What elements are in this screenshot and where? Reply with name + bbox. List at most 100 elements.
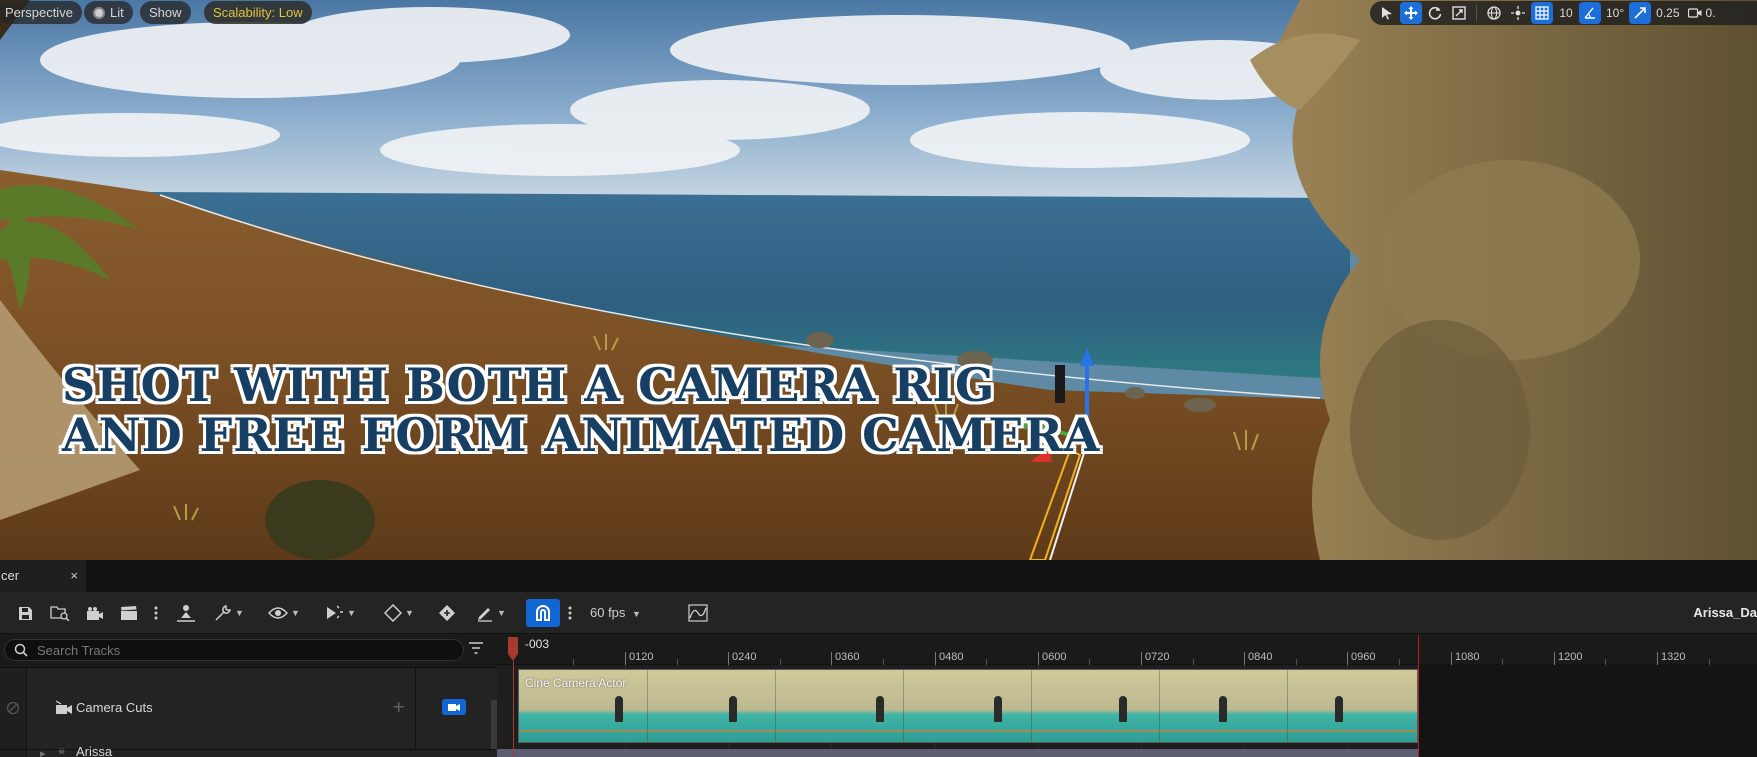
- transform-tools-bar: 10 10° 0.25 0.: [1370, 1, 1757, 25]
- camera-icon: [448, 704, 460, 711]
- sequencer-panel: cer × ▼ ▼ ▼ ▼ ▼ 60 fps ▼ Arissa_Da Searc…: [0, 560, 1757, 757]
- editor-window: Perspective Lit Show Scalability: Low 10…: [0, 0, 1757, 757]
- ruler-major-tick: [1141, 652, 1142, 665]
- ruler-label: 0360: [835, 651, 860, 663]
- edit-mode-icon[interactable]: ▼: [476, 601, 506, 625]
- thumbnail-figure: [1335, 696, 1343, 722]
- snap-toggle[interactable]: [526, 599, 560, 627]
- key-interp-icon[interactable]: ▼: [384, 601, 414, 625]
- viewport-toolbar: Perspective Lit Show Scalability: Low 10…: [0, 0, 1757, 26]
- ruler-major-tick: [1657, 652, 1658, 665]
- ruler-minor-tick: [677, 659, 678, 665]
- world-space-icon[interactable]: [1483, 2, 1505, 24]
- close-tab-icon[interactable]: ×: [70, 560, 78, 592]
- framerate-dropdown[interactable]: 60 fps ▼: [590, 601, 641, 625]
- level-viewport[interactable]: Perspective Lit Show Scalability: Low 10…: [0, 0, 1757, 560]
- rotation-snap-value[interactable]: 10°: [1603, 2, 1627, 24]
- ruler-label: 0240: [732, 651, 757, 663]
- scalability-badge[interactable]: Scalability: Low: [204, 1, 312, 24]
- track-gutter: [0, 668, 27, 749]
- camera-speed-button[interactable]: 0.: [1685, 2, 1719, 24]
- ruler-label: 0120: [629, 651, 654, 663]
- framerate-label: 60 fps: [590, 605, 626, 620]
- filter-icon[interactable]: [468, 640, 484, 659]
- surface-snap-icon[interactable]: [1507, 2, 1529, 24]
- expand-arrow-icon[interactable]: ▸: [40, 749, 46, 757]
- scale-mode-icon[interactable]: [1448, 2, 1470, 24]
- ruler-label: 0480: [939, 651, 964, 663]
- track-row-arissa[interactable]: ▸ ☠ Arissa: [0, 744, 497, 757]
- time-ruler[interactable]: 0120 0240 0360 0480 0600 0720 0840 0960 1080 1200…: [497, 635, 1757, 665]
- clapper-icon[interactable]: [120, 601, 138, 625]
- actor-to-sequencer-icon[interactable]: [176, 601, 196, 625]
- ruler-minor-tick: [883, 659, 884, 665]
- scale-snap-value[interactable]: 0.25: [1653, 2, 1682, 24]
- tools-icon[interactable]: ▼: [214, 601, 244, 625]
- lit-label: Lit: [110, 5, 124, 20]
- camera-cuts-icon: [55, 700, 72, 714]
- view-options-icon[interactable]: ▼: [268, 601, 300, 625]
- render-movie-icon[interactable]: [86, 601, 104, 625]
- add-track-icon[interactable]: +: [392, 697, 405, 716]
- ruler-major-tick: [1038, 652, 1039, 665]
- snap-options-icon[interactable]: [568, 601, 572, 625]
- view-dropdown-icon: ▼: [291, 608, 300, 618]
- overlay-line-2: AND FREE FORM ANIMATED CAMERA: [62, 408, 1101, 462]
- select-mode-icon[interactable]: [1376, 2, 1398, 24]
- rotation-snap-toggle[interactable]: [1579, 2, 1601, 24]
- camera-cut-section[interactable]: Cine Camera Actor: [518, 669, 1418, 743]
- ruler-major-tick: [831, 652, 832, 665]
- camera-speed-value: 0.: [1705, 6, 1716, 20]
- playhead-handle[interactable]: [508, 637, 518, 661]
- playback-options-icon[interactable]: ▼: [324, 601, 356, 625]
- toolbar-divider: [1476, 5, 1477, 21]
- ruler-major-tick: [625, 652, 626, 665]
- grid-snap-toggle[interactable]: [1531, 2, 1553, 24]
- show-button[interactable]: Show: [140, 1, 191, 24]
- overlay-caption: SHOT WITH BOTH A CAMERA RIG AND FREE FOR…: [62, 360, 1100, 460]
- skeletal-mesh-icon: ☠: [58, 747, 66, 756]
- curve-editor-icon[interactable]: [688, 601, 708, 625]
- lit-sphere-icon: [93, 7, 105, 19]
- camera-lock-toggle[interactable]: [442, 699, 466, 715]
- more-options-icon[interactable]: [154, 601, 158, 625]
- tools-dropdown-icon: ▼: [235, 608, 244, 618]
- playback-end-marker[interactable]: [1418, 635, 1419, 757]
- track-outliner: Search Tracks Camera Cuts + ▸ ☠ Arissa: [0, 635, 497, 757]
- rotate-mode-icon[interactable]: [1424, 2, 1446, 24]
- playhead-line: [513, 661, 514, 757]
- perspective-button[interactable]: Perspective: [0, 1, 82, 24]
- sequencer-toolbar: ▼ ▼ ▼ ▼ ▼ 60 fps ▼ Arissa_Da: [0, 592, 1757, 634]
- ruler-minor-tick: [1089, 659, 1090, 665]
- track-label: Arissa: [76, 744, 113, 757]
- scale-snap-toggle[interactable]: [1629, 2, 1652, 24]
- thumbnail-figure: [729, 696, 737, 722]
- key-interp-dropdown-icon: ▼: [405, 608, 414, 618]
- timeline-area[interactable]: 0120 0240 0360 0480 0600 0720 0840 0960 1080 1200…: [497, 635, 1757, 757]
- thumbnail-figure: [994, 696, 1002, 722]
- track-row-camera-cuts[interactable]: Camera Cuts +: [0, 667, 497, 757]
- thumbnail-figure: [876, 696, 884, 722]
- sequencer-tab[interactable]: cer ×: [0, 560, 86, 592]
- ruler-label: 1200: [1558, 651, 1583, 663]
- add-key-icon[interactable]: [438, 601, 458, 625]
- sequencer-tab-bar: cer ×: [0, 560, 1757, 592]
- column-divider: [415, 668, 416, 749]
- ruler-minor-tick: [573, 659, 574, 665]
- search-icon: [14, 643, 28, 657]
- scene-render: [0, 0, 1757, 560]
- ruler-minor-tick: [1399, 659, 1400, 665]
- search-tracks-field[interactable]: Search Tracks: [4, 639, 464, 661]
- save-icon[interactable]: [18, 601, 33, 625]
- browse-asset-icon[interactable]: [50, 601, 70, 625]
- chevron-down-icon: ▼: [632, 609, 641, 619]
- edit-dropdown-icon: ▼: [497, 608, 506, 618]
- magnet-icon: [536, 605, 550, 621]
- lit-mode-button[interactable]: Lit: [84, 1, 133, 24]
- translate-mode-icon[interactable]: [1400, 2, 1422, 24]
- thumbnail-figure: [615, 696, 623, 722]
- arissa-track-lane[interactable]: [497, 749, 1419, 757]
- track-gutter: [0, 750, 27, 757]
- ruler-major-tick: [728, 652, 729, 665]
- grid-snap-value[interactable]: 10: [1555, 2, 1577, 24]
